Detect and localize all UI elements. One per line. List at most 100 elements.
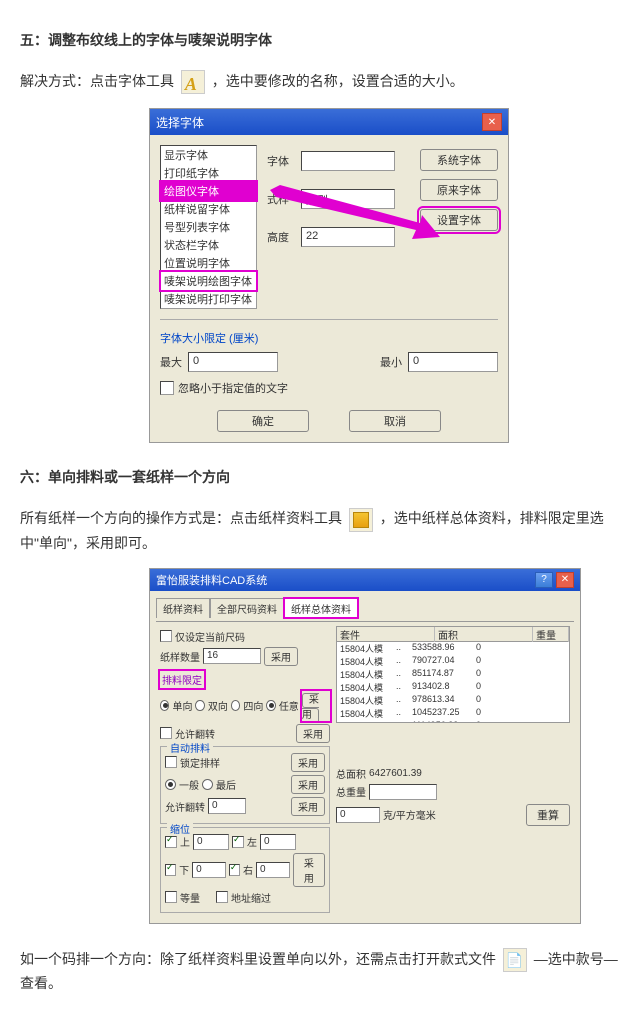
style-input[interactable]: 规则 bbox=[301, 189, 395, 209]
tab-pattern-data[interactable]: 纸样资料 bbox=[156, 598, 210, 618]
para-text-after: ，选中要修改的名称，设置合适的大小。 bbox=[212, 73, 464, 89]
down-input[interactable]: 0 bbox=[192, 862, 226, 878]
table-header: 套件 面积 重量 bbox=[336, 626, 570, 642]
last-radio[interactable] bbox=[202, 779, 213, 790]
tab-all-sizes[interactable]: 全部尺码资料 bbox=[210, 598, 284, 618]
para-text: 如一个码排一个方向：除了纸样资料里设置单向以外，还需点击打开款式文件 bbox=[20, 951, 496, 967]
font-input[interactable] bbox=[301, 151, 395, 171]
rotfix-label: 锁定排样 bbox=[180, 755, 220, 770]
auto-group-label: 自动排料 bbox=[167, 740, 213, 755]
dialog-title: 选择字体 bbox=[156, 114, 204, 131]
flip-checkbox[interactable] bbox=[160, 727, 172, 739]
pattern-material-icon bbox=[349, 508, 373, 532]
apply-limit-button[interactable]: 采用 bbox=[302, 693, 319, 723]
addr-checkbox[interactable] bbox=[216, 891, 228, 903]
cancel-button[interactable]: 取消 bbox=[349, 410, 441, 432]
per-input[interactable]: 0 bbox=[336, 807, 380, 823]
close-icon[interactable]: ✕ bbox=[482, 113, 502, 131]
table-row[interactable]: 15804人模..913402.80 bbox=[337, 681, 569, 694]
list-item[interactable]: 唛架说明绘图字体 bbox=[161, 272, 256, 290]
table-row[interactable]: 15804人模..533588.960 bbox=[337, 642, 569, 655]
cad-system-dialog: 富怡服装排料CAD系统 ? ✕ 纸样资料 全部尺码资料 纸样总体资料 仅设定当前… bbox=[150, 569, 580, 923]
up-checkbox[interactable] bbox=[165, 836, 177, 848]
list-item[interactable]: 显示字体 bbox=[161, 146, 256, 164]
single-radio[interactable] bbox=[160, 700, 169, 711]
ignore-checkbox[interactable] bbox=[160, 381, 174, 395]
total-area-label: 总面积 bbox=[336, 766, 366, 781]
help-icon[interactable]: ? bbox=[535, 572, 553, 588]
equal-label: 等量 bbox=[180, 890, 200, 905]
original-font-button[interactable]: 原来字体 bbox=[420, 179, 498, 201]
list-item[interactable]: 唛架说明打印字体 bbox=[161, 290, 256, 308]
apply-order-button[interactable]: 采用 bbox=[291, 775, 325, 794]
four-radio[interactable] bbox=[231, 700, 240, 711]
count-label: 纸样数量 bbox=[160, 649, 200, 664]
rotfix-checkbox[interactable] bbox=[165, 756, 177, 768]
height-input[interactable]: 22 bbox=[301, 227, 395, 247]
one-radio[interactable] bbox=[165, 779, 176, 790]
single-label: 单向 bbox=[172, 698, 192, 713]
list-item[interactable]: 位置说明字体 bbox=[161, 254, 256, 272]
max-label: 最大 bbox=[160, 354, 182, 370]
total-area-value: 6427601.39 bbox=[369, 768, 422, 779]
left-checkbox[interactable] bbox=[232, 836, 244, 848]
table-row[interactable]: 15804人模..790727.040 bbox=[337, 655, 569, 668]
font-tool-icon bbox=[181, 70, 205, 94]
equal-checkbox[interactable] bbox=[165, 891, 177, 903]
min-label: 最小 bbox=[380, 354, 402, 370]
up-input[interactable]: 0 bbox=[193, 834, 229, 850]
list-item[interactable]: 号型列表字体 bbox=[161, 218, 256, 236]
two-radio[interactable] bbox=[195, 700, 204, 711]
max-input[interactable]: 0 bbox=[188, 352, 278, 372]
font-label: 字体 bbox=[267, 153, 295, 169]
table-body[interactable]: 15804人模..533588.960 15804人模..790727.040 … bbox=[336, 642, 570, 723]
two-label: 双向 bbox=[208, 698, 228, 713]
last-label: 最后 bbox=[216, 777, 236, 792]
one-label: 一般 bbox=[179, 777, 199, 792]
table-row[interactable]: 15804人模..978613.340 bbox=[337, 694, 569, 707]
per-area-label: 克/平方毫米 bbox=[383, 807, 436, 822]
select-font-dialog: 选择字体 ✕ 显示字体 打印纸字体 绘图仪字体 纸样说留字体 号型列表字体 状态… bbox=[150, 109, 508, 442]
apply-unit-button[interactable]: 采用 bbox=[293, 853, 325, 887]
recalc-button[interactable]: 重算 bbox=[526, 804, 570, 826]
ok-button[interactable]: 确定 bbox=[217, 410, 309, 432]
section6-paragraph1: 所有纸样一个方向的操作方式是：点击纸样资料工具 ，选中纸样总体资料，排料限定里选… bbox=[20, 507, 620, 554]
font-target-list[interactable]: 显示字体 打印纸字体 绘图仪字体 纸样说留字体 号型列表字体 状态栏字体 位置说… bbox=[160, 145, 257, 309]
set-current-label: 仅设定当前尺码 bbox=[175, 629, 245, 644]
dialog-title: 富怡服装排料CAD系统 bbox=[156, 572, 267, 588]
up-label: 上 bbox=[180, 834, 190, 849]
tab-overall-data[interactable]: 纸样总体资料 bbox=[284, 598, 358, 618]
list-item[interactable]: 状态栏字体 bbox=[161, 236, 256, 254]
count-input[interactable]: 16 bbox=[203, 648, 261, 664]
apply-flip2-button[interactable]: 采用 bbox=[291, 797, 325, 816]
right-input[interactable]: 0 bbox=[256, 862, 290, 878]
flip2-label: 允许翻转 bbox=[165, 799, 205, 814]
height-label: 高度 bbox=[267, 229, 295, 245]
left-input[interactable]: 0 bbox=[260, 834, 296, 850]
list-item-selected[interactable]: 绘图仪字体 bbox=[161, 182, 256, 200]
list-item[interactable]: 纸样说留字体 bbox=[161, 200, 256, 218]
col-weight: 重量 bbox=[533, 627, 569, 642]
open-style-file-icon bbox=[503, 948, 527, 972]
total-weight-input[interactable] bbox=[369, 784, 437, 800]
any-radio[interactable] bbox=[266, 700, 275, 711]
system-font-button[interactable]: 系统字体 bbox=[420, 149, 498, 171]
limit-group-label: 排料限定 bbox=[162, 676, 202, 687]
left-label: 左 bbox=[247, 834, 257, 849]
down-checkbox[interactable] bbox=[165, 864, 176, 876]
apply-rotfix-button[interactable]: 采用 bbox=[291, 753, 325, 772]
close-icon[interactable]: ✕ bbox=[556, 572, 574, 588]
section6-heading: 六：单向排料或一套纸样一个方向 bbox=[20, 467, 620, 487]
table-row[interactable]: 15804人模..1045237.250 bbox=[337, 707, 569, 720]
list-item[interactable]: 打印纸字体 bbox=[161, 164, 256, 182]
set-font-button[interactable]: 设置字体 bbox=[420, 209, 498, 231]
apply-flip-button[interactable]: 采用 bbox=[296, 724, 330, 743]
flip-input[interactable]: 0 bbox=[208, 798, 246, 814]
apply-count-button[interactable]: 采用 bbox=[264, 647, 298, 666]
right-label: 右 bbox=[243, 862, 253, 877]
right-checkbox[interactable] bbox=[229, 864, 240, 876]
table-row[interactable]: 15804人模..851174.870 bbox=[337, 668, 569, 681]
set-current-checkbox[interactable] bbox=[160, 630, 172, 642]
style-label: 式样 bbox=[267, 191, 295, 207]
min-input[interactable]: 0 bbox=[408, 352, 498, 372]
